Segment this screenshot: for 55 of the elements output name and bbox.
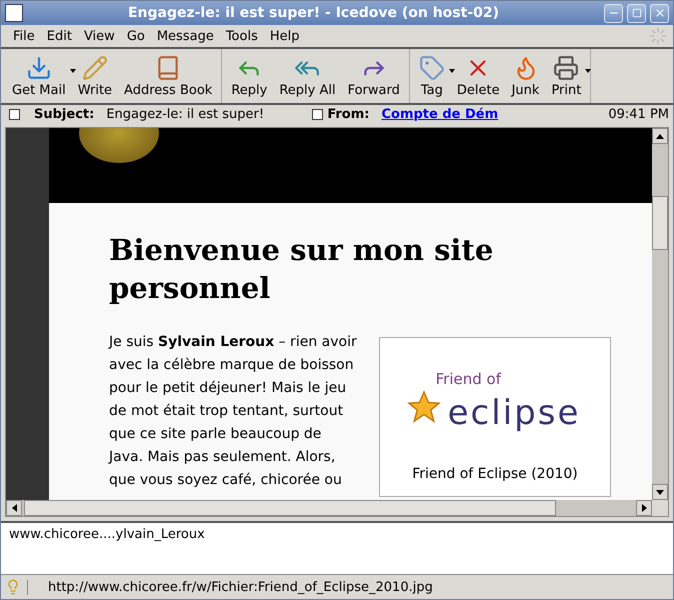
menu-item[interactable]: File [7,28,41,44]
toolbar-button[interactable]: Tag [412,49,451,103]
printer-icon [553,55,580,81]
expand-icon[interactable] [9,108,20,120]
toolbar-button[interactable]: Reply [225,49,274,103]
sender-link[interactable]: Compte de Dém [381,106,498,122]
menu-item[interactable]: Edit [40,28,78,44]
toolbar-button[interactable]: Forward [342,49,406,103]
message-time: 09:41 PM [608,106,669,122]
subject-label: Subject: [34,106,94,122]
menu-item[interactable]: Tools [220,28,264,44]
toolbar-button[interactable]: Print [545,49,588,103]
scroll-thumb[interactable] [24,500,556,516]
logo-text: eclipse [446,392,582,433]
scroll-right-button[interactable] [636,500,652,516]
throbber-icon [649,27,667,45]
star-icon [406,389,442,425]
toolbar-button[interactable]: Write [72,49,118,103]
dropdown-caret-icon[interactable] [585,69,592,73]
dropdown-caret-icon[interactable] [448,69,455,73]
pencil-icon [82,55,108,81]
expand-icon[interactable] [312,108,324,120]
tag-icon [418,55,445,81]
window-title: Engagez-le: il est super! - Icedove (on host-02) [126,5,500,21]
scroll-left-button[interactable] [6,500,22,516]
vertical-scrollbar[interactable] [652,128,668,500]
menu-item[interactable]: Go [120,28,151,44]
scroll-up-button[interactable] [652,128,668,144]
close-button[interactable] [650,4,669,22]
subject-text: Engagez-le: il est super! [106,106,266,122]
menu-item[interactable]: Help [264,28,306,44]
toolbar-button[interactable]: Reply All [273,49,342,103]
toolbar-button[interactable]: Address Book [118,49,218,103]
figure-caption: Friend of Eclipse (2010) [412,466,578,482]
menu-item[interactable]: View [78,28,121,44]
status-text: http://www.chicoree.fr/w/Fichier:Friend_of_Eclipse_2010.jpg [27,580,669,594]
menu-item[interactable]: Message [150,28,220,44]
scroll-down-button[interactable] [652,484,668,500]
scroll-thumb[interactable] [652,196,668,250]
from-label: From: [327,106,370,122]
toolbar-button[interactable]: Junk [506,49,546,103]
toolbar-button[interactable]: Get Mail [6,49,72,103]
logo-text: Friend of [436,370,501,388]
minimize-button[interactable] [604,4,623,22]
inbox-download-icon [26,55,52,81]
page-heading: Bienvenue sur mon site personnel [109,232,494,307]
horizontal-scrollbar[interactable] [6,500,652,516]
close-icon [654,7,666,19]
dropdown-caret-icon[interactable] [70,69,76,73]
app-icon [5,4,23,22]
maximize-button[interactable] [627,4,646,22]
maximize-icon [632,8,642,18]
link-text: www.chicoree....ylvain_Leroux [9,527,205,542]
toolbar-button[interactable]: Delete [450,49,506,103]
intro-paragraph: Je suis Sylvain Leroux – rien avoir avec la célèbre marque de boisson pour le petit déjeuner! Mais le jeu de mot était trop tentant, surtout que ce site parle beaucoup de Java. Mais pas seulement. Alors, que vous soyez café, chicorée ou [109,333,358,490]
